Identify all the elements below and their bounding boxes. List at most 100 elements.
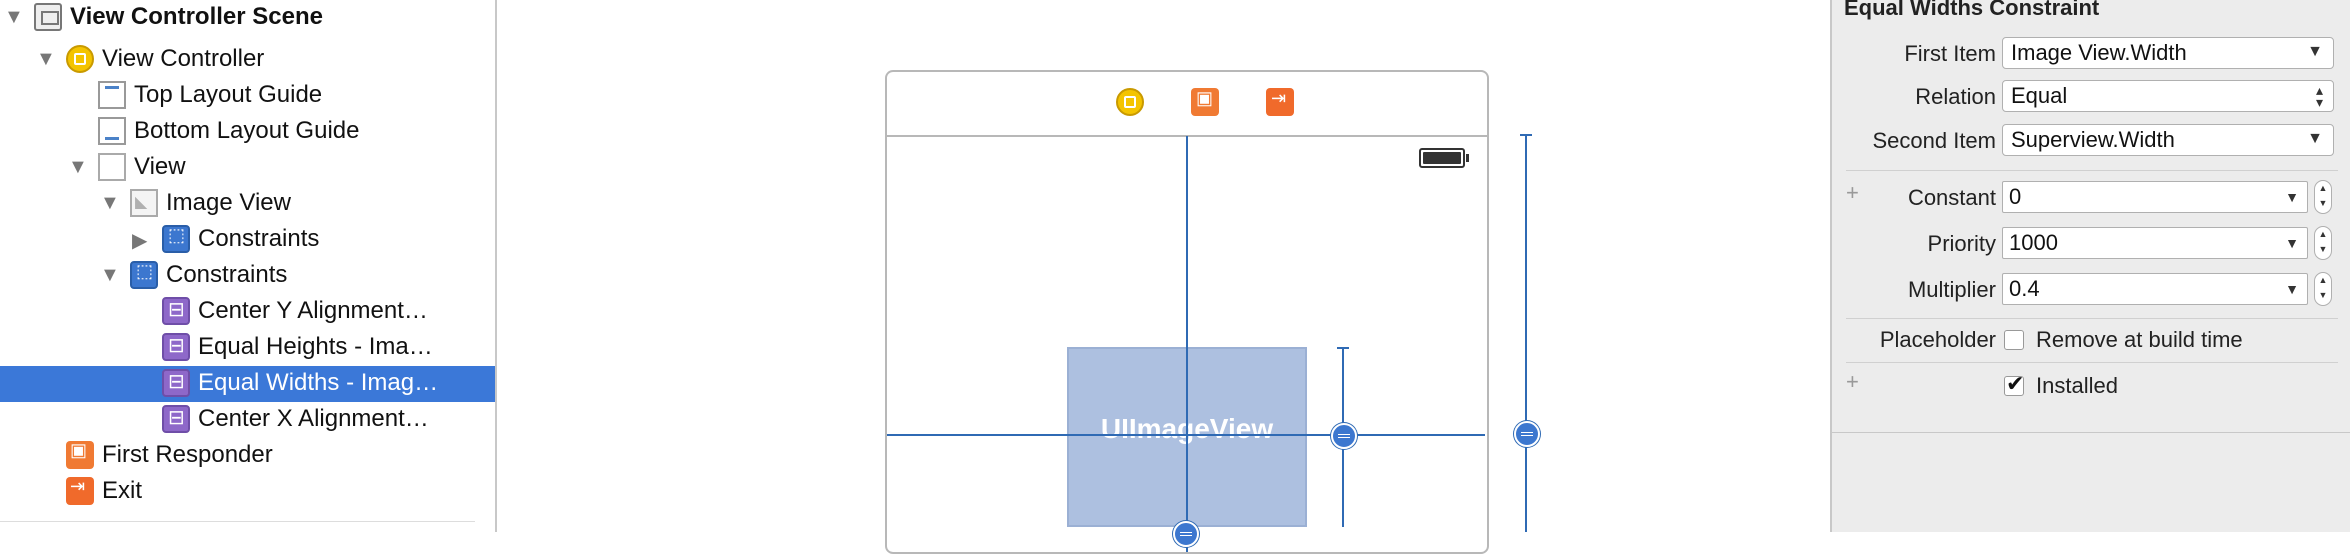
first-responder-icon[interactable] — [1191, 88, 1219, 116]
equal-heights-handle-icon[interactable] — [1331, 423, 1357, 449]
separator — [1846, 318, 2338, 319]
outline-item-label: Equal Heights - Ima… — [198, 333, 433, 360]
multiplier-value: 0.4 — [2009, 276, 2040, 301]
priority-value: 1000 — [2009, 230, 2058, 255]
view-controller-icon[interactable] — [1116, 88, 1144, 116]
constraint-cap — [1520, 134, 1532, 136]
updown-arrow-icon: ▴ ▾ — [2315, 82, 2323, 110]
outline-item-image-view[interactable]: ▼ Image View — [0, 186, 495, 222]
popup-arrow-icon: ▼ — [2307, 43, 2323, 60]
superview-height-handle-icon[interactable] — [1514, 421, 1540, 447]
separator — [1846, 170, 2338, 171]
inspector-divider — [1832, 432, 2350, 433]
multiplier-label: Multiplier — [1907, 277, 1996, 302]
first-item-popup[interactable]: Image View.Width ▼ — [2002, 37, 2334, 69]
outline-item-equal-heights[interactable]: Equal Heights - Ima… — [0, 330, 495, 366]
multiplier-stepper[interactable]: ▲ ▼ — [2314, 272, 2332, 306]
outline-item-label: Top Layout Guide — [134, 81, 323, 108]
outline-item-label: View Controller Scene — [70, 3, 323, 30]
relation-value: Equal — [2011, 83, 2068, 108]
outline-item-top-layout-guide[interactable]: Top Layout Guide — [0, 78, 495, 114]
layout-guide-icon — [98, 117, 126, 145]
constant-stepper[interactable]: ▲ ▼ — [2314, 180, 2332, 214]
disclosure-open-icon[interactable]: ▼ — [4, 6, 24, 29]
outline-item-center-y[interactable]: Center Y Alignment… — [0, 294, 495, 330]
installed-label: Installed — [2036, 373, 2118, 398]
equal-widths-constraint-icon — [162, 369, 190, 397]
popup-arrow-icon: ▼ — [2307, 130, 2323, 147]
outline-item-view-controller[interactable]: ▼ View Controller — [0, 42, 495, 78]
image-view-icon — [130, 189, 158, 217]
outline-item-bottom-layout-guide[interactable]: Bottom Layout Guide — [0, 114, 495, 150]
disclosure-open-icon[interactable]: ▼ — [100, 192, 120, 215]
view-controller-scene-frame[interactable]: UIImageView — [885, 70, 1489, 554]
outline-item-center-x[interactable]: Center X Alignment… — [0, 402, 495, 438]
remove-at-build-checkbox[interactable] — [2004, 330, 2024, 350]
constraints-icon — [130, 261, 158, 289]
combo-arrow-icon[interactable]: ▼ — [2285, 189, 2299, 205]
priority-label: Priority — [1927, 231, 1996, 256]
outline-item-exit[interactable]: Exit — [0, 474, 495, 510]
constant-field[interactable]: 0 ▼ — [2002, 181, 2308, 213]
combo-arrow-icon[interactable]: ▼ — [2285, 235, 2299, 251]
inspector-title: Equal Widths Constraint — [1844, 0, 2100, 20]
exit-icon — [66, 476, 94, 505]
attributes-inspector: Equal Widths Constraint First Item Image… — [1830, 0, 2350, 532]
priority-field[interactable]: 1000 ▼ — [2002, 227, 2308, 259]
center-x-handle-icon[interactable] — [1173, 521, 1199, 547]
disclosure-open-icon[interactable]: ▼ — [68, 156, 88, 179]
constant-value: 0 — [2009, 184, 2022, 209]
view-icon — [98, 153, 126, 181]
separator — [1846, 362, 2338, 363]
center-x-constraint-line[interactable] — [1186, 136, 1188, 552]
outline-item-label: Constraints — [166, 261, 288, 288]
document-outline: ▼ View Controller Scene ▼ View Controlle… — [0, 0, 497, 532]
outline-item-label: View — [134, 153, 186, 180]
outline-item-view-controller-scene[interactable]: ▼ View Controller Scene — [0, 0, 495, 36]
outline-item-equal-widths[interactable]: Equal Widths - Imag… — [0, 366, 495, 402]
outline-item-label: Exit — [102, 477, 143, 504]
outline-item-label: Image View — [166, 189, 291, 216]
center-y-constraint-icon — [162, 297, 190, 325]
disclosure-closed-icon[interactable]: ▶ — [132, 228, 147, 253]
outline-item-label: View Controller — [102, 45, 265, 72]
outline-item-label: Center Y Alignment… — [198, 297, 428, 324]
outline-item-label: First Responder — [102, 441, 273, 468]
outline-item-label: Center X Alignment… — [198, 405, 429, 432]
disclosure-open-icon[interactable]: ▼ — [36, 48, 56, 71]
storyboard-canvas[interactable]: UIImageView — [497, 0, 1830, 554]
scene-icon — [34, 3, 62, 31]
second-item-popup[interactable]: Superview.Width ▼ — [2002, 124, 2334, 156]
center-y-constraint-line[interactable] — [887, 434, 1485, 436]
equal-heights-constraint-icon — [162, 333, 190, 361]
constant-label: Constant — [1907, 185, 1996, 210]
add-installed-variation-plus-icon[interactable]: + — [1846, 369, 1859, 395]
outline-item-label: Constraints — [198, 225, 320, 252]
view-controller-icon — [66, 45, 94, 73]
outline-item-image-view-constraints[interactable]: ▶ Constraints — [0, 222, 495, 258]
outline-item-constraints[interactable]: ▼ Constraints — [0, 258, 495, 294]
disclosure-open-icon[interactable]: ▼ — [100, 264, 120, 287]
outline-item-first-responder[interactable]: First Responder — [0, 438, 495, 474]
combo-arrow-icon[interactable]: ▼ — [2285, 281, 2299, 297]
second-item-value: Superview.Width — [2011, 127, 2175, 152]
first-item-label: First Item — [1904, 41, 1996, 66]
second-item-label: Second Item — [1872, 128, 1996, 153]
outline-item-label: Bottom Layout Guide — [134, 117, 360, 144]
multiplier-field[interactable]: 0.4 ▼ — [2002, 273, 2308, 305]
outline-item-view[interactable]: ▼ View — [0, 150, 495, 186]
battery-icon — [1419, 148, 1469, 168]
superview-height-bar[interactable] — [1525, 134, 1527, 532]
exit-icon[interactable] — [1266, 88, 1294, 116]
relation-popup[interactable]: Equal ▴ ▾ — [2002, 80, 2334, 112]
installed-checkbox[interactable] — [2004, 371, 2024, 397]
priority-stepper[interactable]: ▲ ▼ — [2314, 226, 2332, 260]
constraint-cap — [1337, 347, 1349, 349]
relation-label: Relation — [1915, 84, 1996, 109]
remove-at-build-label: Remove at build time — [2036, 327, 2243, 352]
layout-guide-icon — [98, 81, 126, 109]
constraints-icon — [162, 225, 190, 253]
first-responder-icon — [66, 440, 94, 469]
first-item-value: Image View.Width — [2011, 40, 2187, 65]
center-x-constraint-icon — [162, 405, 190, 433]
